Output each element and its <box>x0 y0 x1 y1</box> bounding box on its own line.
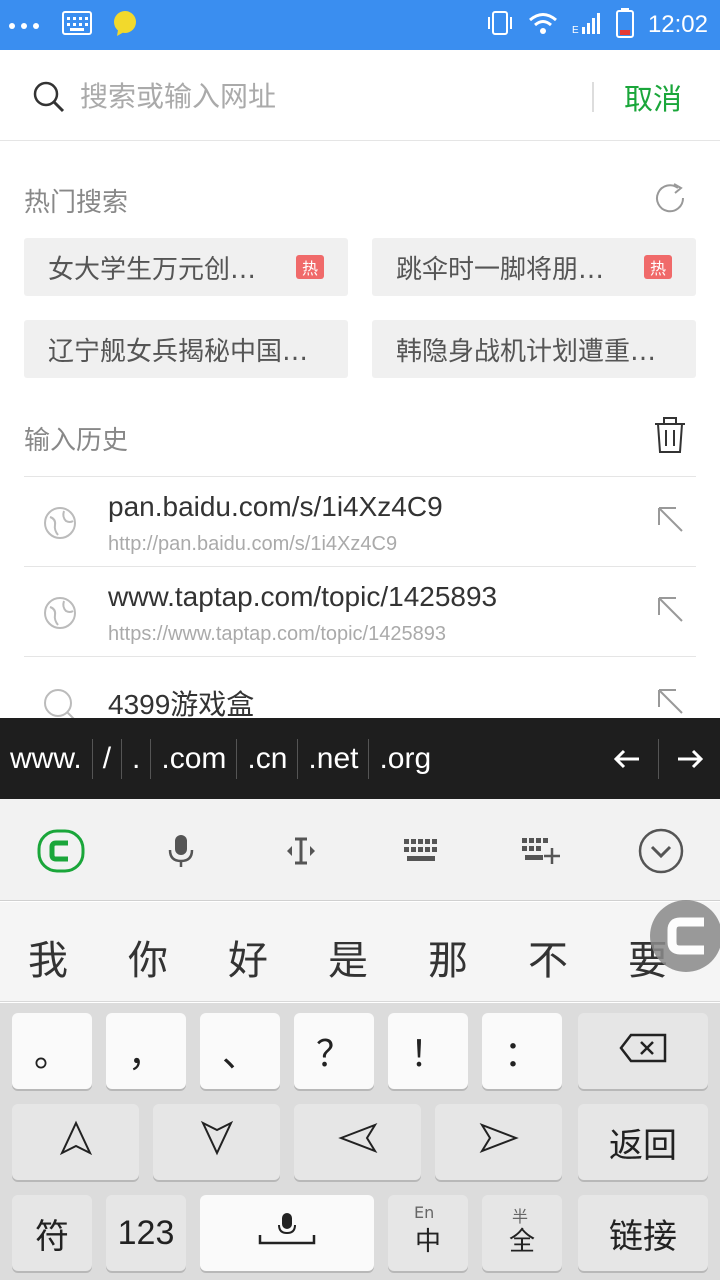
trash-icon[interactable] <box>652 416 688 458</box>
history-item[interactable]: www.taptap.com/topic/1425893 https://www… <box>0 567 720 657</box>
shortcut-key[interactable]: www. <box>0 738 93 779</box>
hot-search-text: 女大学生万元创… <box>48 254 257 285</box>
triangle-left-icon <box>337 1122 378 1163</box>
arrow-down-key[interactable] <box>153 1104 280 1180</box>
backspace-key[interactable] <box>578 1013 708 1089</box>
cancel-button[interactable]: 取消 <box>624 76 682 118</box>
collapse-keyboard-icon[interactable] <box>637 827 685 875</box>
arrow-left-icon[interactable] <box>596 739 658 779</box>
arrow-left-key[interactable] <box>294 1104 421 1180</box>
keyboard-toolbar <box>0 799 720 901</box>
microphone-icon[interactable] <box>157 827 205 875</box>
key-punctuation[interactable]: 、 <box>200 1013 280 1089</box>
hot-badge: 热 <box>296 255 324 279</box>
chat-bubble-icon <box>112 10 138 40</box>
arrow-up-left-icon[interactable] <box>656 505 686 539</box>
history-item[interactable]: pan.baidu.com/s/1i4Xz4C9 http://pan.baid… <box>0 477 720 567</box>
history-url: https://www.taptap.com/topic/1425893 <box>108 623 446 645</box>
arrow-up-left-icon[interactable] <box>656 687 686 718</box>
globe-icon <box>42 505 78 545</box>
divider <box>592 82 594 112</box>
hot-search-chip[interactable]: 跳伞时一脚将朋… 热 <box>372 238 696 296</box>
wifi-icon <box>528 11 558 39</box>
svg-text:E: E <box>572 25 579 35</box>
triangle-up-icon <box>59 1120 93 1165</box>
history-item[interactable]: 4399游戏盒 <box>0 657 720 718</box>
hot-search-text: 韩隐身战机计划遭重… <box>396 336 657 367</box>
candidate[interactable]: 那 <box>428 928 468 986</box>
hot-search-text: 辽宁舰女兵揭秘中国… <box>48 336 309 367</box>
triangle-down-icon <box>200 1120 234 1165</box>
search-icon <box>42 687 78 718</box>
key-punctuation[interactable]: ？ <box>294 1013 374 1089</box>
hot-search-chip[interactable]: 女大学生万元创… 热 <box>24 238 348 296</box>
keyboard-layout-icon[interactable] <box>397 827 445 875</box>
hot-search-title: 热门搜索 <box>24 188 129 218</box>
vibrate-icon <box>486 9 514 41</box>
key-punctuation[interactable]: ， <box>106 1013 186 1089</box>
signal-icon: E <box>572 11 602 39</box>
url-shortcut-bar: www. / . .com .cn .net .org <box>0 718 720 799</box>
candidate[interactable]: 是 <box>328 928 368 986</box>
history-title: 输入历史 <box>24 426 129 456</box>
search-header: 取消 <box>0 50 720 141</box>
hot-search-chip[interactable]: 辽宁舰女兵揭秘中国… <box>24 320 348 378</box>
backspace-icon <box>619 1031 667 1072</box>
keyboard-move-icon[interactable] <box>517 827 565 875</box>
candidate-bar: 我 你 好 是 那 不 要 <box>0 902 720 1002</box>
cursor-icon[interactable] <box>277 827 325 875</box>
ime-logo-icon[interactable] <box>37 827 85 875</box>
more-dots-icon <box>8 16 42 35</box>
status-bar: E 12:02 <box>0 0 720 50</box>
battery-icon <box>615 8 634 42</box>
arrow-right-icon[interactable] <box>658 738 720 779</box>
history-title: www.taptap.com/topic/1425893 <box>108 581 498 612</box>
shortcut-key[interactable]: .cn <box>237 738 299 779</box>
hot-search-chip[interactable]: 韩隐身战机计划遭重… <box>372 320 696 378</box>
search-input[interactable] <box>80 74 580 118</box>
language-switch-key[interactable]: En 中 <box>388 1195 468 1271</box>
search-icon <box>32 80 66 118</box>
history-title: 4399游戏盒 <box>108 689 255 718</box>
lang-label-en: En <box>414 1203 435 1222</box>
shortcut-key[interactable]: . <box>122 738 152 779</box>
candidate[interactable]: 你 <box>128 928 168 986</box>
history-title: pan.baidu.com/s/1i4Xz4C9 <box>108 491 443 522</box>
history-url: http://pan.baidu.com/s/1i4Xz4C9 <box>108 533 398 555</box>
refresh-icon[interactable] <box>652 180 688 220</box>
lang-label-zh: 中 <box>414 1226 441 1257</box>
arrow-up-left-icon[interactable] <box>656 595 686 629</box>
keyboard-icon <box>62 11 92 39</box>
triangle-right-icon <box>479 1122 519 1163</box>
shortcut-key[interactable]: .com <box>151 738 238 779</box>
key-punctuation[interactable]: ： <box>482 1013 562 1089</box>
space-key[interactable] <box>200 1195 374 1271</box>
numeric-key[interactable]: 123 <box>106 1195 186 1271</box>
shortcut-key[interactable]: .org <box>369 739 441 779</box>
shortcut-key[interactable]: / <box>93 738 123 779</box>
hot-badge: 热 <box>644 255 672 279</box>
go-key[interactable]: 链接 <box>578 1195 708 1271</box>
arrow-right-key[interactable] <box>435 1104 562 1180</box>
candidate[interactable]: 我 <box>28 928 68 986</box>
globe-icon <box>42 595 78 635</box>
key-punctuation[interactable]: ！ <box>388 1013 468 1089</box>
symbol-key[interactable]: 符 <box>12 1195 92 1271</box>
candidate[interactable]: 不 <box>528 928 568 986</box>
width-label-half: 半 <box>512 1207 529 1226</box>
return-key[interactable]: 返回 <box>578 1104 708 1180</box>
key-punctuation[interactable]: 。 <box>12 1013 92 1089</box>
keyboard: 。 ， 、 ？ ！ ： 返回 符 123 En 中 半 全 链接 <box>0 1003 720 1280</box>
clock: 12:02 <box>647 11 708 38</box>
hot-search-text: 跳伞时一脚将朋… <box>396 254 605 285</box>
width-switch-key[interactable]: 半 全 <box>482 1195 562 1271</box>
shortcut-key[interactable]: .net <box>298 738 370 779</box>
floating-ime-logo-icon[interactable] <box>650 900 720 972</box>
candidate[interactable]: 好 <box>228 928 268 986</box>
arrow-up-key[interactable] <box>12 1104 139 1180</box>
space-mic-icon <box>257 1211 317 1256</box>
